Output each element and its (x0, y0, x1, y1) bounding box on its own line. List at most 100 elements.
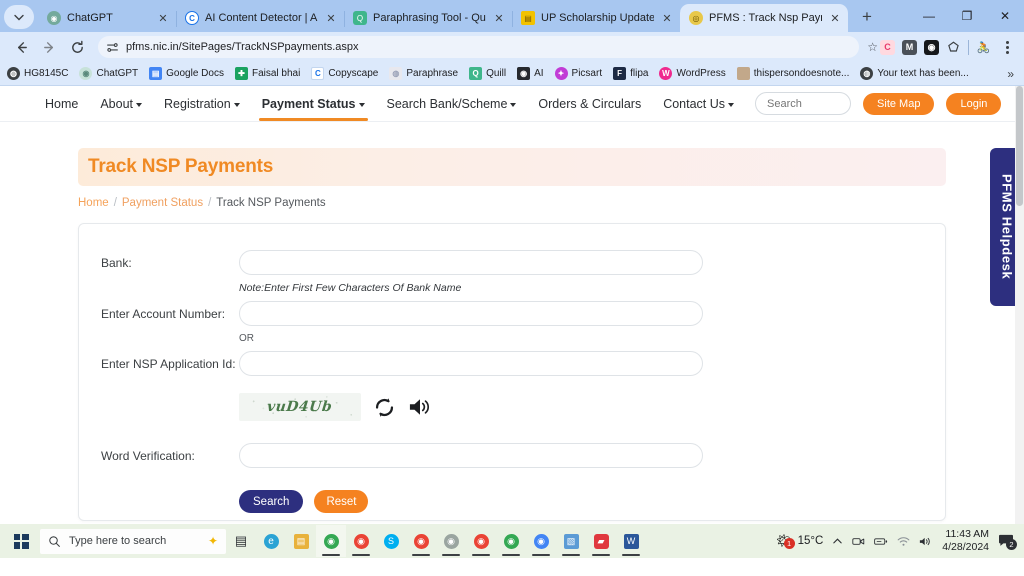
notepad-icon[interactable]: ▧ (556, 525, 586, 557)
microsoft-edge-icon[interactable]: e (256, 525, 286, 557)
back-arrow-icon[interactable] (8, 34, 34, 60)
bookmark-item[interactable]: ◍ Paraphrase (389, 67, 458, 80)
weather-badge: 1 (783, 538, 795, 549)
taskbar-clock[interactable]: 11:43 AM 4/28/2024 (942, 528, 989, 554)
weather-widget[interactable]: 🌤 1 15°C (776, 533, 823, 549)
notification-icon[interactable]: 2 (998, 534, 1017, 550)
bookmark-item[interactable]: ✦ Picsart (554, 67, 602, 80)
task-view-icon[interactable]: ▤ (226, 525, 256, 557)
captcha-text: vuD4Ub (266, 399, 334, 415)
copyscape-icon: C (311, 67, 325, 80)
battery-icon[interactable] (874, 536, 888, 547)
bookmark-item[interactable]: W WordPress (659, 67, 726, 80)
breadcrumb-payment-status-link[interactable]: Payment Status (122, 197, 203, 209)
account-number-input[interactable] (239, 301, 703, 326)
browser-tab[interactable]: Q Paraphrasing Tool - QuillBot ✕ (344, 4, 513, 32)
refresh-captcha-icon[interactable] (374, 397, 395, 418)
nav-item-orders-circulars[interactable]: Orders & Circulars (527, 86, 652, 122)
word-verification-input[interactable] (239, 443, 703, 468)
volume-icon[interactable] (919, 536, 933, 547)
minimize-button[interactable]: — (910, 0, 948, 32)
bookmark-item[interactable]: Q Quill (469, 67, 506, 80)
wifi-icon[interactable] (897, 536, 910, 547)
browser-tab[interactable]: ◉ ChatGPT ✕ (38, 4, 177, 32)
new-tab-button[interactable]: + (854, 4, 880, 30)
nsp-application-id-field-row: Enter NSP Application Id: (101, 351, 945, 376)
copilot-sparkle-icon[interactable]: ✦ (208, 534, 218, 548)
site-settings-icon[interactable] (106, 41, 119, 54)
camera-privacy-icon[interactable] (852, 536, 865, 547)
nav-item-payment-status[interactable]: Payment Status (251, 86, 376, 122)
tab-close-icon[interactable]: ✕ (492, 11, 506, 25)
copyleaks-extension-icon[interactable]: C (880, 39, 895, 55)
breadcrumb-home-link[interactable]: Home (78, 197, 109, 209)
bookmark-star-icon[interactable]: ☆ (867, 40, 878, 54)
reload-icon[interactable] (64, 34, 90, 60)
address-bar[interactable]: pfms.nic.in/SitePages/TrackNSPpayments.a… (98, 36, 860, 58)
chrome-icon[interactable]: ◉ (466, 525, 496, 557)
bookmark-label: Faisal bhai (251, 68, 301, 79)
tab-close-icon[interactable]: ✕ (828, 11, 842, 25)
nav-item-home[interactable]: Home (34, 86, 89, 122)
reset-button[interactable]: Reset (314, 490, 369, 513)
word-icon[interactable]: W (616, 525, 646, 557)
bookmarks-bar: ◍ HG8145C ◉ ChatGPT ▤ Google Docs ✚ Fais… (0, 62, 1024, 86)
bookmarks-overflow-icon[interactable]: » (1007, 67, 1017, 81)
adobe-reader-icon[interactable]: ▰ (586, 525, 616, 557)
bookmark-item[interactable]: ◍ HG8145C (7, 67, 68, 80)
browser-tab-active[interactable]: ◎ PFMS : Track Nsp Payments ✕ (680, 4, 848, 32)
login-button[interactable]: Login (946, 92, 1002, 115)
clock-time: 11:43 AM (945, 527, 989, 540)
globe-icon: ◍ (7, 67, 20, 80)
close-window-button[interactable]: ✕ (986, 0, 1024, 32)
bookmark-label: Copyscape (328, 68, 379, 79)
chrome-icon[interactable]: ◉ (406, 525, 436, 557)
bookmark-item[interactable]: F flipa (613, 67, 648, 80)
bookmark-item[interactable]: ◉ ChatGPT (79, 67, 138, 80)
page-scrollbar[interactable] (1015, 86, 1024, 524)
chrome-icon[interactable]: ◉ (526, 525, 556, 557)
track-payments-form-card: Bank: Note:Enter First Few Characters Of… (78, 223, 946, 521)
page-scrollbar-thumb[interactable] (1016, 86, 1023, 206)
extensions-puzzle-icon[interactable]: ⬠ (946, 40, 961, 55)
bookmark-item[interactable]: ◉ AI (517, 67, 544, 80)
grammarly-extension-icon[interactable]: M (902, 39, 917, 55)
chrome-icon[interactable]: ◉ (316, 525, 346, 557)
chrome-menu-kebab-icon[interactable] (998, 40, 1016, 54)
site-map-button[interactable]: Site Map (863, 92, 935, 115)
bookmark-item[interactable]: C Copyscape (311, 67, 378, 80)
bookmark-item[interactable]: ◍ Your text has been... (860, 67, 969, 80)
nsp-application-id-label: Enter NSP Application Id: (101, 356, 236, 371)
dark-reader-extension-icon[interactable]: ◉ (924, 39, 939, 55)
bookmark-item[interactable]: ✚ Faisal bhai (234, 67, 301, 80)
tab-close-icon[interactable]: ✕ (324, 11, 338, 25)
tab-close-icon[interactable]: ✕ (660, 11, 674, 25)
chrome-icon[interactable]: ◉ (496, 525, 526, 557)
tab-search-chevron-icon[interactable] (4, 5, 34, 29)
windows-start-icon[interactable] (4, 525, 38, 557)
nav-item-registration[interactable]: Registration (153, 86, 251, 122)
chrome-icon[interactable]: ◉ (436, 525, 466, 557)
bookmark-item[interactable]: thispersondoesnote... (736, 67, 849, 80)
file-explorer-icon[interactable]: ▤ (286, 525, 316, 557)
nsp-application-id-input[interactable] (239, 351, 703, 376)
magnifier-icon (48, 535, 61, 548)
taskbar-search-box[interactable]: Type here to search ✦ (40, 528, 226, 554)
nav-item-about[interactable]: About (89, 86, 153, 122)
profile-avatar-icon[interactable]: 🚴 (976, 40, 991, 55)
browser-tab[interactable]: ▤ UP Scholarship Updates - UP ✕ (512, 4, 681, 32)
maximize-button[interactable]: ❐ (948, 0, 986, 32)
forward-arrow-icon[interactable] (36, 34, 62, 60)
nav-item-search-bank-scheme[interactable]: Search Bank/Scheme (376, 86, 528, 122)
search-button[interactable]: Search (239, 490, 304, 513)
bookmark-item[interactable]: ▤ Google Docs (149, 67, 224, 80)
skype-icon[interactable]: S (376, 525, 406, 557)
audio-captcha-icon[interactable] (408, 396, 432, 418)
site-search-input[interactable] (755, 92, 852, 115)
tab-close-icon[interactable]: ✕ (156, 11, 170, 25)
show-hidden-icons-chevron[interactable] (832, 536, 843, 547)
bank-input[interactable] (239, 250, 703, 275)
browser-tab[interactable]: C AI Content Detector | AI Det ✕ (176, 4, 345, 32)
nav-item-contact-us[interactable]: Contact Us (652, 86, 745, 122)
chrome-icon[interactable]: ◉ (346, 525, 376, 557)
